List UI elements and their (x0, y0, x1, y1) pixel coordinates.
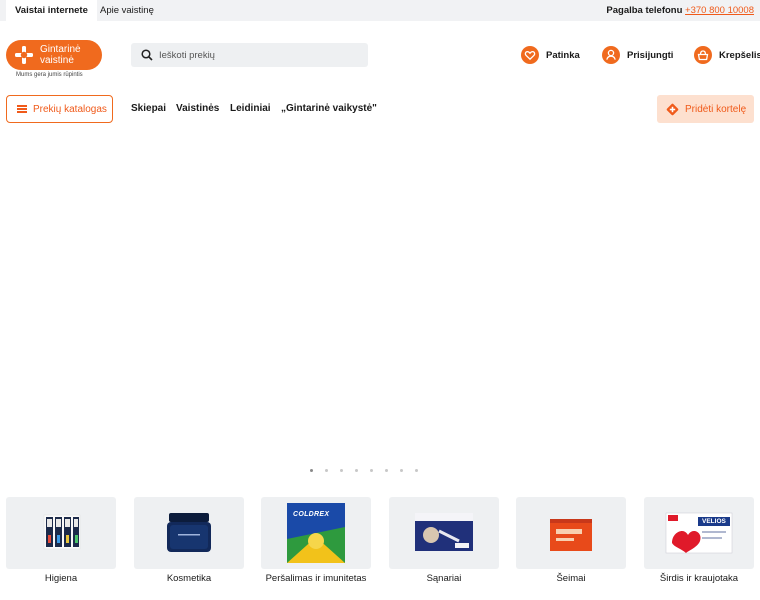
product-catalog-label: Prekių katalogas (33, 103, 107, 115)
cream-jar-image (167, 513, 211, 552)
top-bar: Vaistai internete Apie vaistinę Pagalba … (0, 0, 760, 21)
search-bar (131, 43, 368, 67)
category-hygiene[interactable]: Higiena (6, 497, 116, 584)
nav-link-publications[interactable]: Leidiniai (230, 103, 271, 114)
category-image: VELIOS (644, 497, 754, 569)
help-phone-label: Pagalba telefonu (606, 5, 683, 16)
category-image (516, 497, 626, 569)
product-catalog-button[interactable]: Prekių katalogas (6, 95, 113, 123)
toothbrushes-image (43, 514, 81, 550)
nav-link-vaccines[interactable]: Skiepai (131, 103, 166, 114)
category-label: Širdis ir kraujotaka (659, 573, 739, 584)
carousel-dot[interactable] (385, 469, 388, 472)
heart-icon (521, 46, 539, 64)
category-family[interactable]: Šeimai (516, 497, 626, 584)
nav-link-amber-childhood[interactable]: „Gintarinė vaikystė" (281, 103, 377, 114)
carousel-dots (310, 469, 418, 472)
pharmacy-cross-icon (15, 46, 33, 64)
joint-product-box-image (415, 513, 473, 551)
search-icon (141, 49, 153, 61)
menu-icon (17, 105, 27, 113)
loyalty-card-icon (666, 103, 679, 115)
help-phone-link[interactable]: +370 800 10008 (685, 5, 754, 16)
velios-box-image (665, 512, 733, 554)
category-label: Kosmetika (166, 573, 212, 584)
category-label: Šeimai (556, 573, 586, 584)
carousel-dot[interactable] (355, 469, 358, 472)
category-image (6, 497, 116, 569)
logo-line-1: Gintarinė (40, 44, 81, 55)
tab-online-medicines[interactable]: Vaistai internete (6, 0, 97, 21)
add-card-label: Pridėti kortelę (685, 103, 747, 115)
coldrex-box-image (287, 503, 345, 563)
category-joints[interactable]: Sąnariai (389, 497, 499, 584)
logo-text: Gintarinė vaistinė (40, 44, 81, 66)
add-card-button[interactable]: Pridėti kortelę (657, 95, 754, 123)
favorites-label: Patinka (546, 49, 580, 61)
cart-link[interactable]: Krepšelis (694, 45, 760, 65)
coldrex-box-lettering: COLDREX (293, 511, 330, 518)
carousel-dot[interactable] (325, 469, 328, 472)
cart-label: Krepšelis (719, 49, 760, 61)
velios-box-lettering: VELIOS (702, 518, 726, 525)
category-heart-circulation[interactable]: VELIOS Širdis ir kraujotaka (644, 497, 754, 584)
category-cold-immunity[interactable]: COLDREX Peršalimas ir imunitetas (261, 497, 371, 584)
login-label: Prisijungti (627, 49, 674, 61)
carousel-dot[interactable] (370, 469, 373, 472)
basket-icon (694, 46, 712, 64)
family-product-box-image (550, 519, 592, 551)
category-cosmetics[interactable]: Kosmetika (134, 497, 244, 584)
favorites-link[interactable]: Patinka (521, 45, 580, 65)
user-icon (602, 46, 620, 64)
category-label: Peršalimas ir imunitetas (265, 573, 367, 584)
tab-about-pharmacy[interactable]: Apie vaistinę (91, 0, 163, 21)
category-image: COLDREX (261, 497, 371, 569)
help-phone: Pagalba telefonu +370 800 10008 (606, 0, 754, 21)
nav-link-pharmacies[interactable]: Vaistinės (176, 103, 219, 114)
logo-line-2: vaistinė (40, 55, 74, 66)
category-image (389, 497, 499, 569)
logo-tagline: Mums gera jumis rūpintis (16, 72, 83, 78)
category-image (134, 497, 244, 569)
logo[interactable]: Gintarinė vaistinė (6, 40, 102, 70)
carousel-dot[interactable] (340, 469, 343, 472)
carousel-dot[interactable] (415, 469, 418, 472)
category-label: Sąnariai (426, 573, 462, 584)
search-input[interactable] (159, 43, 359, 67)
carousel-dot[interactable] (400, 469, 403, 472)
carousel-dot[interactable] (310, 469, 313, 472)
category-label: Higiena (44, 573, 78, 584)
login-link[interactable]: Prisijungti (602, 45, 673, 65)
